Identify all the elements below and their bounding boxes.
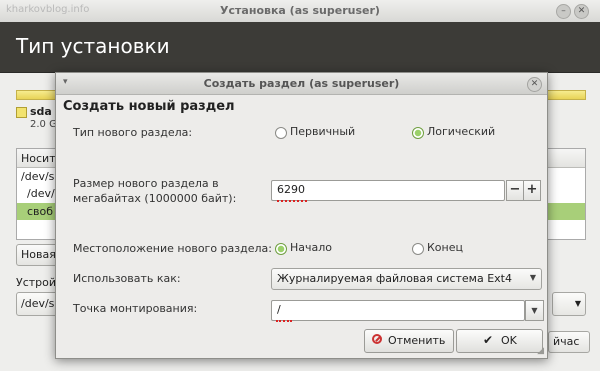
chevron-down-icon: ▼ (529, 273, 536, 282)
ok-button[interactable]: ✔ OK (456, 329, 543, 353)
resize-grip-icon[interactable]: ◢ (537, 346, 544, 356)
size-increment-button[interactable]: + (523, 180, 541, 201)
column-header-device: Носит (21, 152, 56, 165)
partition-type-label: Тип нового раздела: (73, 126, 193, 139)
cancel-icon (372, 334, 382, 344)
size-decrement-button[interactable]: − (506, 180, 524, 201)
cancel-button-label: Отменить (388, 334, 446, 347)
dialog-titlebar: ▾ Создать раздел (as superuser) ✕ (56, 73, 547, 95)
mount-point-label: Точка монтирования: (73, 302, 198, 315)
close-icon[interactable]: ✕ (574, 4, 589, 19)
mount-point-input[interactable]: / (271, 300, 525, 322)
mount-point-value: / (277, 303, 281, 316)
radio-end-label[interactable]: Конец (427, 241, 463, 254)
radio-logical-label[interactable]: Логический (427, 125, 495, 138)
device-combo-arrow[interactable]: ▼ (552, 292, 586, 316)
radio-beginning[interactable] (275, 243, 287, 255)
dialog-close-icon[interactable]: ✕ (527, 77, 542, 92)
partition-size-input[interactable]: 6290 (271, 180, 505, 202)
radio-beginning-label[interactable]: Начало (290, 241, 332, 254)
minimize-icon[interactable]: – (556, 4, 571, 19)
radio-end[interactable] (412, 243, 424, 255)
table-cell: /dev/ (27, 187, 55, 200)
device-label: Устрой (16, 276, 57, 289)
disk-name: sda (30, 105, 52, 118)
ok-button-label: OK (501, 334, 517, 347)
install-now-button[interactable]: йчас (548, 331, 590, 353)
partition-size-value: 6290 (277, 183, 305, 196)
dialog-title: Создать раздел (as superuser) (203, 77, 400, 90)
installer-window-title: Установка (as superuser) (220, 4, 380, 17)
create-partition-dialog: ▾ Создать раздел (as superuser) ✕ Создат… (55, 72, 548, 359)
radio-primary-label[interactable]: Первичный (290, 125, 355, 138)
dialog-heading: Создать новый раздел (63, 99, 235, 114)
chevron-down-icon: ▼ (531, 306, 538, 315)
filesystem-combo[interactable]: Журналируемая файловая система Ext4 ▼ (271, 268, 542, 290)
table-cell: своб (27, 205, 54, 218)
radio-primary[interactable] (275, 127, 287, 139)
spellcheck-underline (277, 196, 307, 202)
table-cell: /dev/s (21, 170, 55, 183)
page-title: Тип установки (16, 34, 170, 58)
partition-size-label-line1: Размер нового раздела в (73, 177, 219, 190)
radio-logical[interactable] (412, 127, 424, 139)
disk-legend-swatch (16, 107, 27, 118)
installer-titlebar: kharkovblog.info Установка (as superuser… (0, 0, 600, 23)
cancel-button[interactable]: Отменить (364, 329, 454, 353)
checkmark-icon: ✔ (483, 333, 494, 347)
device-combo-value: /dev/s (21, 297, 55, 310)
partition-size-label-line2: мегабайтах (1000000 байт): (73, 192, 237, 205)
spellcheck-underline (276, 316, 292, 322)
use-as-label: Использовать как: (73, 272, 181, 285)
mount-point-dropdown-button[interactable]: ▼ (525, 300, 544, 321)
installer-header: Тип установки (0, 22, 600, 73)
filesystem-combo-value: Журналируемая файловая система Ext4 (277, 272, 512, 285)
disk-size: 2.0 G (30, 119, 57, 130)
partition-location-label: Местоположение нового раздела: (73, 242, 272, 255)
